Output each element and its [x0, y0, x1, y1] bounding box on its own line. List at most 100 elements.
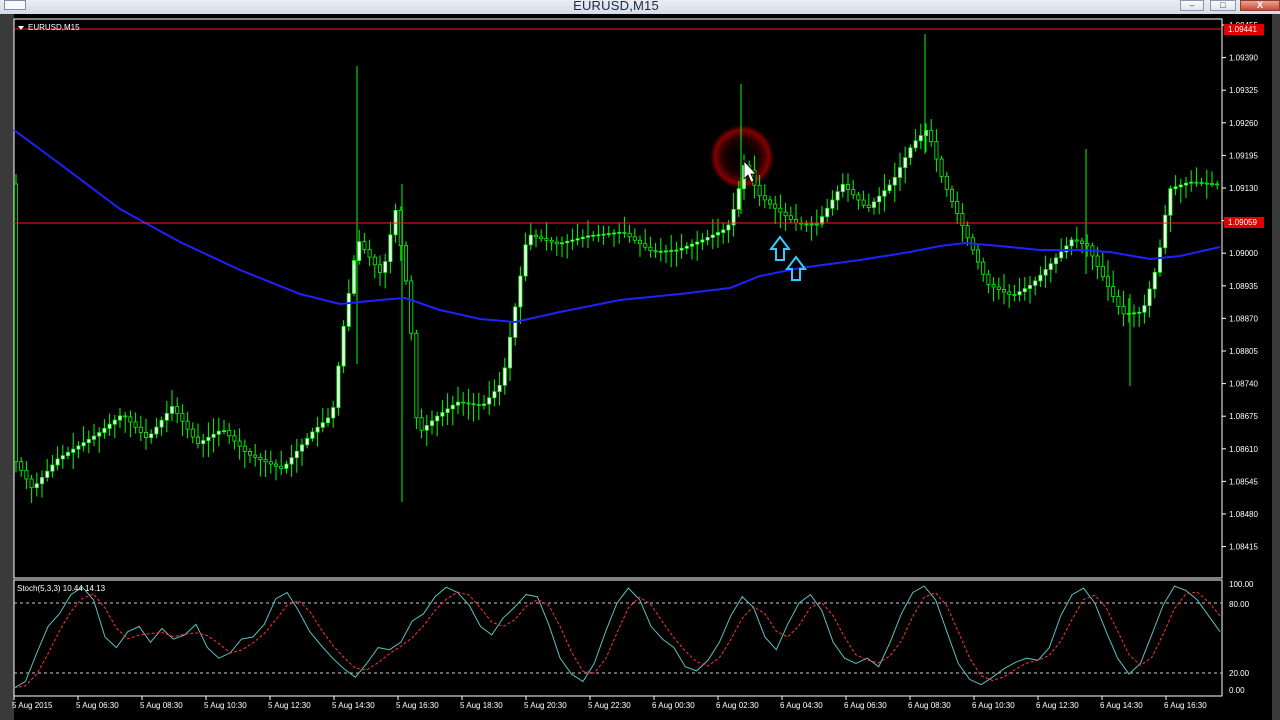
time-tick-label: 5 Aug 2015	[12, 701, 53, 710]
candle-body	[804, 223, 809, 226]
candle-body	[757, 184, 762, 197]
candle-body	[549, 239, 554, 243]
candle-body	[180, 412, 185, 422]
price-tick-label: 1.08415	[1229, 543, 1258, 552]
candle-body	[45, 470, 50, 478]
candle-body	[206, 436, 211, 441]
candle-body	[273, 463, 278, 467]
candle-body	[325, 417, 330, 424]
candle-body	[55, 458, 60, 466]
price-tick-label: 1.08545	[1229, 477, 1258, 486]
candle-body	[289, 457, 294, 465]
price-tick-label: 1.08675	[1229, 412, 1258, 421]
candle-body	[632, 236, 637, 241]
candle-body	[92, 435, 97, 440]
left-window-border	[0, 14, 14, 720]
candle-body	[497, 384, 502, 392]
time-tick-label: 5 Aug 06:30	[76, 701, 119, 710]
candle-body	[1028, 285, 1033, 289]
candle-body	[778, 207, 783, 213]
price-tick-label: 1.08740	[1229, 380, 1258, 389]
candle-body	[846, 183, 851, 190]
maximize-button[interactable]: □	[1210, 0, 1236, 11]
candle-body	[143, 431, 148, 438]
candle-body	[133, 421, 138, 428]
candle-body	[976, 249, 981, 263]
candle-body	[123, 415, 128, 418]
candle-body	[1080, 240, 1085, 244]
candle-body	[861, 199, 866, 206]
candle-body	[341, 325, 346, 367]
price-tick-label: 1.09000	[1229, 249, 1258, 258]
candle-body	[965, 225, 970, 239]
candle-body	[107, 423, 112, 429]
stoch-tick-label: 100.00	[1229, 580, 1254, 589]
candle-body	[809, 223, 814, 226]
candle-body	[388, 234, 393, 262]
candle-body	[419, 417, 424, 431]
candle-body	[996, 286, 1001, 290]
candle-body	[570, 239, 575, 242]
candle-body	[1142, 305, 1147, 313]
candle-body	[736, 188, 741, 210]
candle-body	[1038, 274, 1043, 282]
candle-body	[851, 189, 856, 196]
window-title: EURUSD,M15	[573, 0, 659, 13]
top-line-price-text: 1.09441	[1228, 25, 1257, 34]
candle-body	[1048, 263, 1053, 270]
candle-body	[268, 461, 273, 465]
candle-body	[299, 444, 304, 452]
candle-body	[138, 426, 143, 433]
candle-body	[565, 240, 570, 244]
candle-body	[1100, 265, 1105, 278]
candle-body	[216, 430, 221, 435]
candle-body	[887, 184, 892, 192]
candle-body	[201, 440, 206, 445]
candle-body	[34, 483, 39, 489]
candle-body	[383, 261, 388, 273]
candle-body	[716, 232, 721, 236]
candle-body	[643, 243, 648, 248]
candle-body	[466, 402, 471, 405]
mid-line-price-text: 1.09059	[1228, 218, 1257, 227]
candle-body	[690, 243, 695, 247]
candle-body	[913, 140, 918, 149]
candle-body	[1074, 239, 1079, 242]
candle-body	[674, 249, 679, 252]
candle-body	[66, 451, 71, 457]
candle-body	[149, 433, 154, 439]
candle-body	[544, 238, 549, 241]
candle-body	[794, 218, 799, 224]
candle-body	[575, 238, 580, 241]
price-tick-label: 1.08870	[1229, 314, 1258, 323]
indicator-plot-area[interactable]	[13, 579, 1223, 697]
candle-body	[1043, 269, 1048, 276]
candle-body	[918, 135, 923, 142]
candle-body	[336, 365, 341, 408]
candle-body	[1059, 251, 1064, 259]
candle-body	[24, 469, 29, 480]
stoch-tick-label: 0.00	[1229, 686, 1245, 695]
close-button[interactable]: X	[1240, 0, 1280, 11]
candle-body	[221, 430, 226, 433]
chart-window[interactable]: EURUSD,M15 1.094551.093901.093251.092601…	[0, 14, 1280, 720]
candle-body	[502, 367, 507, 386]
candle-body	[1054, 257, 1059, 265]
minimize-button[interactable]: –	[1180, 0, 1204, 11]
candle-body	[253, 454, 258, 458]
indicator-label: Stoch(5,3,3) 10.44 14.13	[17, 584, 106, 593]
candle-body	[1095, 255, 1100, 267]
candle-body	[1022, 288, 1027, 293]
candle-body	[591, 234, 596, 237]
candle-body	[159, 419, 164, 428]
candle-body	[1147, 288, 1152, 306]
candle-body	[1116, 296, 1121, 307]
main-plot-area[interactable]	[13, 18, 1223, 579]
candle-body	[118, 415, 123, 421]
candle-body	[700, 239, 705, 243]
candle-body	[773, 203, 778, 209]
candle-body	[903, 157, 908, 168]
candle-body	[50, 464, 55, 472]
candle-body	[1204, 182, 1209, 185]
candle-body	[284, 463, 289, 469]
